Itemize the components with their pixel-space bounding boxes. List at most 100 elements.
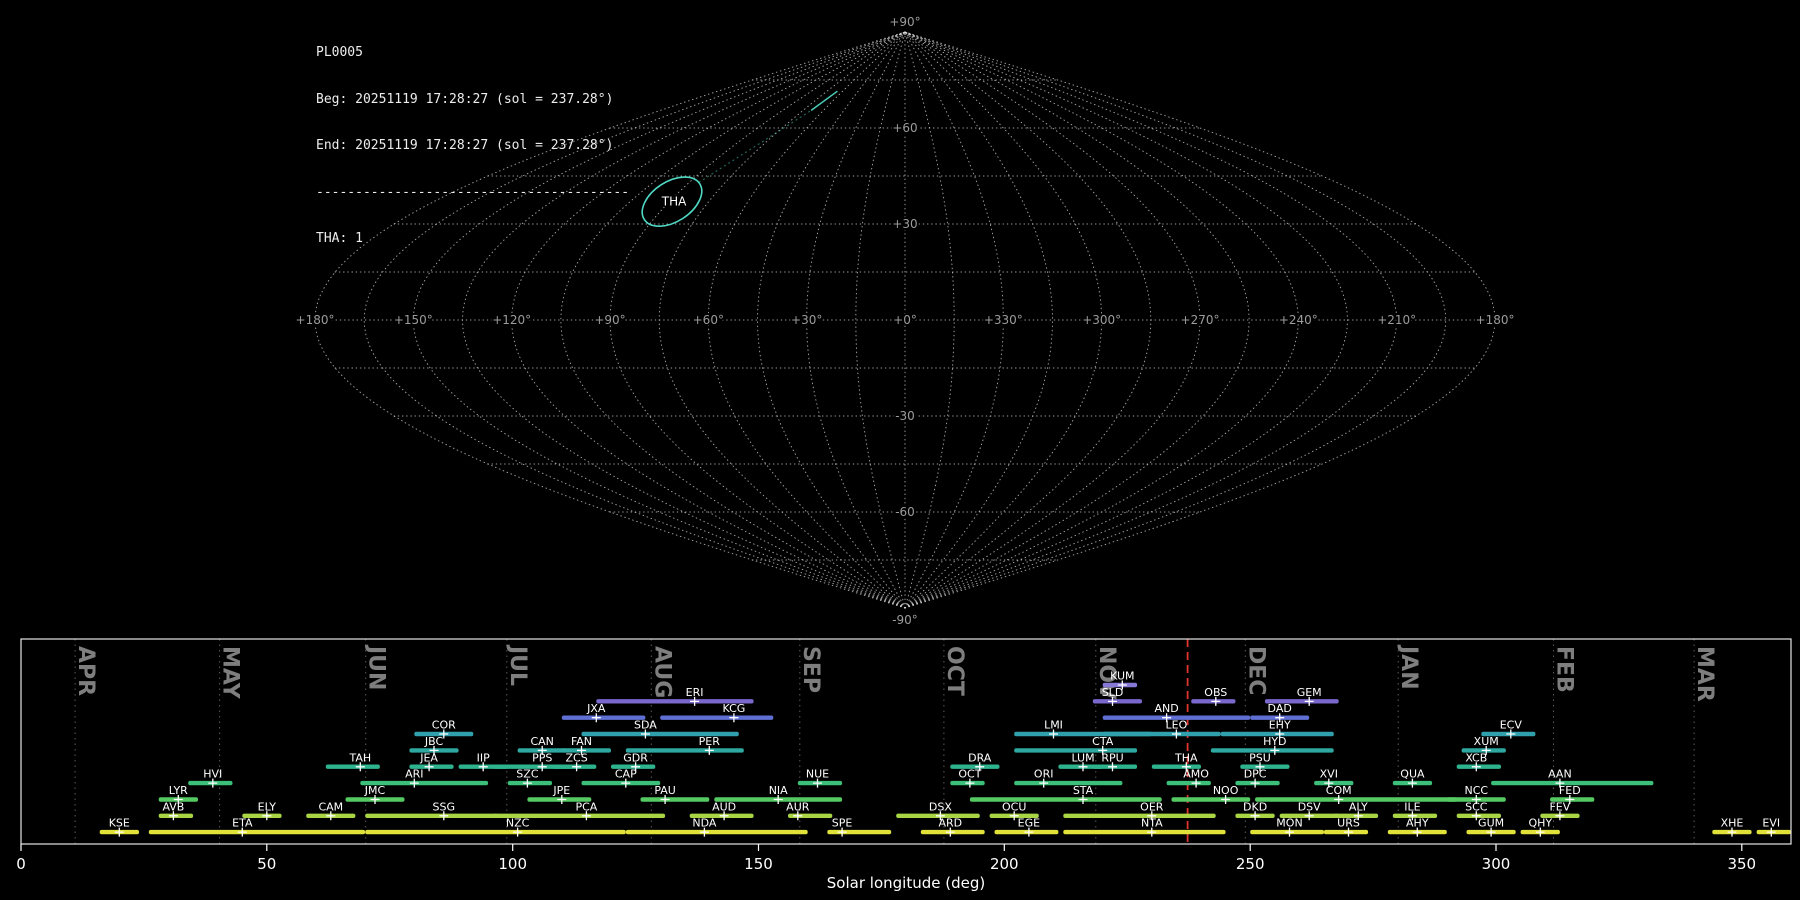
map-longitude-label: +180° bbox=[296, 313, 335, 327]
shower-code-label: NIA bbox=[769, 784, 788, 797]
shower-code-label: PSU bbox=[1249, 751, 1271, 764]
shower-code-label: DPC bbox=[1244, 768, 1267, 781]
shower-code-label: ELY bbox=[258, 800, 277, 813]
shower-code-label: XHE bbox=[1721, 817, 1744, 830]
shower-code-label: NUE bbox=[806, 768, 829, 781]
month-label: JUN bbox=[364, 644, 389, 690]
shower-code-label: LMI bbox=[1044, 719, 1063, 732]
shower-activity-bar bbox=[1102, 731, 1221, 737]
shower-code-label: PPS bbox=[532, 751, 552, 764]
map-longitude-label: +30° bbox=[791, 313, 822, 327]
shower-code-label: GDR bbox=[623, 751, 648, 764]
map-longitude-label: +60° bbox=[693, 313, 724, 327]
shower-code-label: SSG bbox=[433, 800, 456, 813]
x-axis-tick-label: 350 bbox=[1727, 855, 1756, 873]
shower-code-label: LYR bbox=[169, 784, 188, 797]
map-longitude-label: +90° bbox=[594, 313, 625, 327]
map-longitude-label: +270° bbox=[1181, 313, 1220, 327]
shower-code-label: SPE bbox=[832, 817, 853, 830]
map-latitude-label: -60 bbox=[895, 505, 915, 519]
month-label: JUL bbox=[505, 644, 530, 686]
shower-code-label: ALY bbox=[1349, 800, 1368, 813]
shower-code-label: LEO bbox=[1166, 719, 1188, 732]
x-axis-tick-label: 150 bbox=[744, 855, 773, 873]
shower-activity-bar bbox=[581, 780, 661, 786]
map-longitude-label: +330° bbox=[984, 313, 1023, 327]
shower-code-label: KUM bbox=[1110, 670, 1134, 683]
shower-code-label: EHY bbox=[1269, 719, 1291, 732]
shower-code-label: PCA bbox=[575, 800, 597, 813]
month-label: SEP bbox=[798, 646, 823, 693]
shower-code-label: CAN bbox=[530, 735, 553, 748]
shower-code-label: DSX bbox=[929, 800, 952, 813]
shower-code-label: DAD bbox=[1268, 702, 1292, 715]
shower-activity-bar bbox=[640, 797, 710, 802]
shower-code-label: QHY bbox=[1528, 817, 1552, 830]
shower-code-label: OCT bbox=[958, 768, 981, 781]
shower-code-label: URS bbox=[1337, 817, 1360, 830]
shower-code-label: CTA bbox=[1092, 735, 1114, 748]
month-label: AUG bbox=[649, 646, 674, 698]
shower-count-line: THA: 1 bbox=[316, 231, 363, 246]
x-axis-tick-label: 200 bbox=[990, 855, 1019, 873]
map-latitude-label: +30 bbox=[892, 217, 917, 231]
shower-code-label: STA bbox=[1073, 784, 1094, 797]
shower-code-label: EGE bbox=[1018, 817, 1040, 830]
shower-code-label: FEV bbox=[1549, 800, 1570, 813]
end-time-line: End: 20251119 17:28:27 (sol = 237.28°) bbox=[316, 138, 614, 153]
shower-code-label: SLD bbox=[1102, 686, 1124, 699]
map-longitude-label: +180° bbox=[1476, 313, 1515, 327]
shower-code-label: ORI bbox=[1034, 768, 1054, 781]
shower-activity-bar bbox=[1166, 780, 1211, 786]
shower-code-label: OER bbox=[1140, 800, 1164, 813]
shower-code-label: ETA bbox=[232, 817, 253, 830]
shower-code-label: AAN bbox=[1548, 768, 1572, 781]
shower-code-label: MON bbox=[1276, 817, 1302, 830]
shower-code-label: COM bbox=[1326, 784, 1352, 797]
shower-code-label: ERI bbox=[686, 686, 704, 699]
shower-code-label: NZC bbox=[506, 817, 530, 830]
activity-chart: APR MAY JUN JUL AUG SEP OCT NOV DEC JAN FEB MARKUME… bbox=[16, 638, 1792, 892]
shower-activity-bar bbox=[1014, 780, 1123, 786]
map-longitude-label: +210° bbox=[1377, 313, 1416, 327]
x-axis-tick-label: 250 bbox=[1236, 855, 1265, 873]
map-longitude-label: +300° bbox=[1082, 313, 1121, 327]
x-axis-tick-label: 50 bbox=[257, 855, 276, 873]
shower-code-label: NOO bbox=[1213, 784, 1239, 797]
shower-code-label: EVI bbox=[1762, 817, 1780, 830]
shower-code-label: DRA bbox=[968, 751, 992, 764]
shower-code-label: LUM bbox=[1071, 751, 1094, 764]
shower-activity-bar bbox=[660, 715, 774, 720]
map-pole-label-top: +90° bbox=[889, 15, 920, 29]
station-id: PL0005 bbox=[316, 45, 363, 60]
shower-activity-bar bbox=[325, 764, 380, 769]
plot-window: THA +180° +150° +120° +90° +60° +30° +0° +330° +3… bbox=[0, 0, 1800, 900]
shower-code-label: GEM bbox=[1297, 686, 1322, 699]
shower-activity-bar bbox=[561, 715, 646, 720]
shower-code-label: IIP bbox=[477, 751, 490, 764]
map-latitude-label: +60 bbox=[892, 121, 917, 135]
map-pole-label-bottom: -90° bbox=[892, 613, 918, 627]
shower-code-label: FAN bbox=[571, 735, 592, 748]
shower-code-label: XUM bbox=[1474, 735, 1499, 748]
shower-code-label: QUA bbox=[1400, 768, 1425, 781]
shower-code-label: DKD bbox=[1243, 800, 1267, 813]
shower-code-label: ARD bbox=[938, 817, 962, 830]
shower-code-label: KCG bbox=[722, 702, 745, 715]
shower-activity-bar bbox=[1063, 829, 1226, 835]
map-longitude-label: +240° bbox=[1279, 313, 1318, 327]
month-label: MAY bbox=[218, 646, 243, 700]
shower-code-label: OBS bbox=[1204, 686, 1227, 699]
x-axis-tick-label: 300 bbox=[1482, 855, 1511, 873]
month-label: FEB bbox=[1552, 646, 1577, 693]
month-label: APR bbox=[73, 646, 98, 696]
shower-code-label: AVB bbox=[162, 800, 184, 813]
shower-activity-bar bbox=[625, 829, 808, 835]
shower-code-label: KSE bbox=[109, 817, 130, 830]
shower-code-label: THA bbox=[1174, 751, 1198, 764]
map-longitude-label: +120° bbox=[492, 313, 531, 327]
radiant-label: THA bbox=[661, 195, 687, 209]
shower-activity-bar bbox=[969, 797, 1162, 802]
shower-code-label: SCC bbox=[1465, 800, 1488, 813]
shower-code-label: JMC bbox=[364, 784, 386, 797]
